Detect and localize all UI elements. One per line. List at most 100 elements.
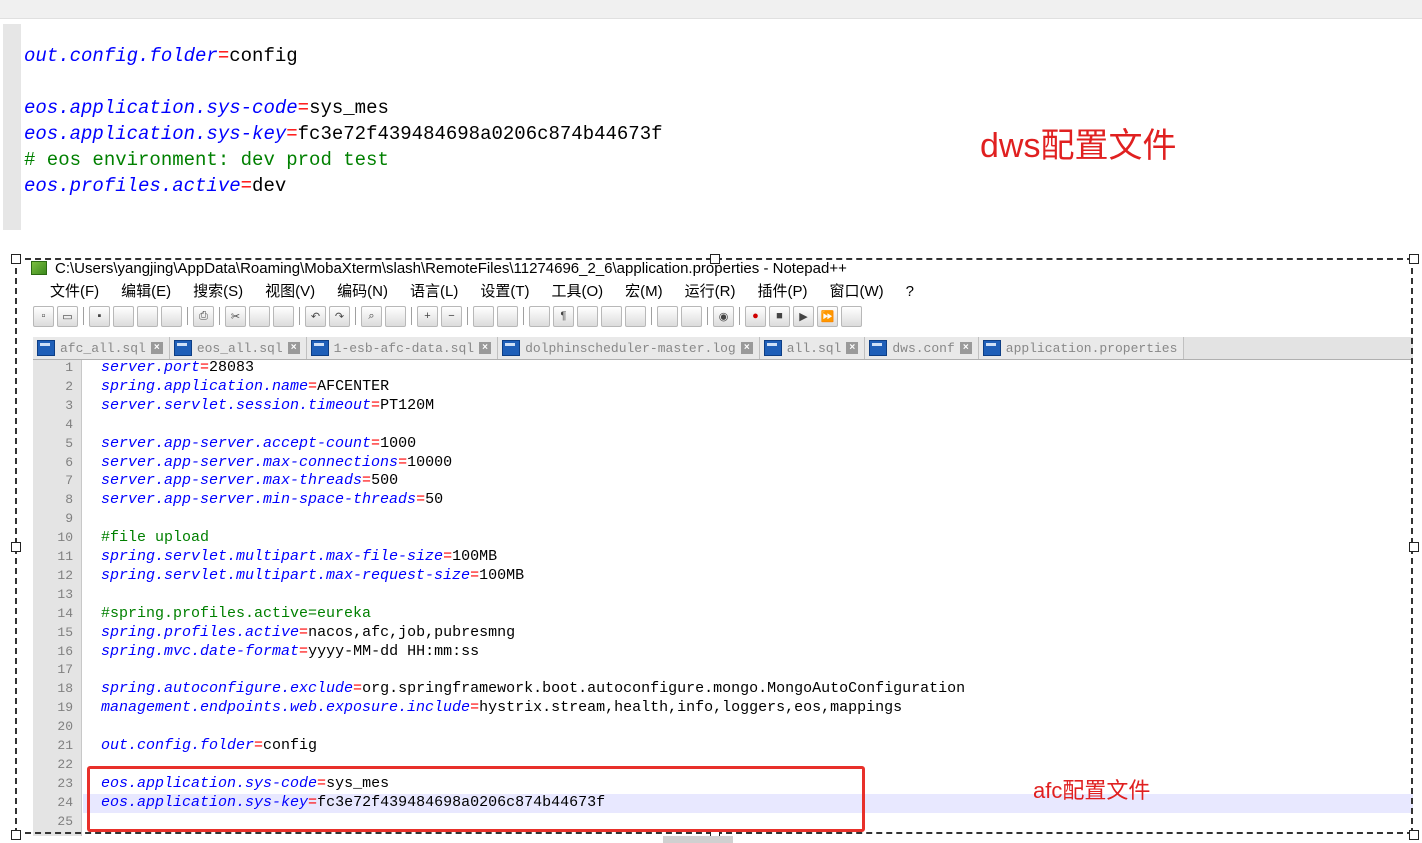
- close-tab-icon[interactable]: ×: [287, 342, 300, 354]
- stop-macro-icon[interactable]: ■: [769, 305, 790, 327]
- config-key: spring.servlet.multipart.max-file-size: [101, 548, 444, 565]
- menu-item[interactable]: ?: [895, 282, 925, 302]
- highlight-box: [87, 766, 865, 832]
- menu-item[interactable]: 视图(V): [254, 282, 326, 302]
- save-macro-icon[interactable]: [841, 305, 862, 327]
- config-value: PT120M: [380, 396, 435, 414]
- window-title: C:\Users\yangjing\AppData\Roaming\MobaXt…: [55, 259, 847, 277]
- file-icon: [310, 340, 329, 356]
- line-number: 24: [57, 794, 73, 810]
- close-tab-icon[interactable]: ×: [740, 342, 753, 354]
- code-line: eos.profiles.active=dev: [24, 174, 286, 198]
- background-config-snippet: out.config.folder=config eos.application.…: [0, 24, 1422, 230]
- sync-h-icon[interactable]: [497, 305, 518, 327]
- find-icon[interactable]: ⌕: [361, 305, 382, 327]
- background-gutter: [3, 24, 21, 230]
- config-value: fc3e72f439484698a0206c874b44673f: [297, 123, 663, 145]
- paste-icon[interactable]: [273, 305, 294, 327]
- wrap-icon[interactable]: [529, 305, 550, 327]
- toolbar-separator: [707, 307, 708, 325]
- config-key: server.port: [101, 360, 201, 376]
- cut-icon[interactable]: ✂: [225, 305, 246, 327]
- file-tab[interactable]: afc_all.sql ×: [33, 337, 170, 359]
- code-line: eos.application.sys-key=fc3e72f439484698…: [24, 122, 663, 146]
- line-number: 22: [57, 756, 73, 772]
- menu-bar: 文件(F) 编辑(E) 搜索(S) 视图(V) 编码(N) 语言(L) 设置(T) 工具(O)…: [39, 282, 925, 302]
- line-number: 8: [65, 492, 73, 508]
- file-tab[interactable]: all.sql ×: [759, 337, 866, 359]
- dws-annotation: dws配置文件: [980, 127, 1177, 165]
- config-value: config: [229, 45, 298, 67]
- code-line: #file upload: [101, 528, 209, 547]
- copy-icon[interactable]: [249, 305, 270, 327]
- line-number: 19: [57, 700, 73, 716]
- folder-icon[interactable]: [681, 305, 702, 327]
- zoom-out-icon[interactable]: −: [441, 305, 462, 327]
- file-tab[interactable]: dws.conf ×: [865, 337, 979, 359]
- equals-sign: =: [200, 360, 210, 376]
- record-macro-icon[interactable]: ●: [745, 305, 766, 327]
- line-number: 11: [57, 549, 73, 564]
- monitor-icon[interactable]: ◉: [713, 305, 734, 327]
- menu-item[interactable]: 窗口(W): [818, 282, 894, 302]
- notepad-window[interactable]: C:\Users\yangjing\AppData\Roaming\MobaXt…: [15, 258, 1413, 836]
- file-tab[interactable]: eos_all.sql ×: [169, 337, 307, 359]
- close-icon[interactable]: [137, 305, 158, 327]
- close-tab-icon[interactable]: ×: [959, 342, 972, 354]
- line-number: 15: [57, 624, 73, 640]
- redo-icon[interactable]: ↷: [329, 305, 350, 327]
- file-icon: [869, 340, 888, 356]
- config-key: eos.application.sys-key: [24, 123, 287, 145]
- udl-icon[interactable]: [601, 305, 622, 327]
- undo-icon[interactable]: ↶: [305, 305, 326, 327]
- indent-guide-icon[interactable]: [577, 305, 598, 327]
- file-tab[interactable]: 1-esb-afc-data.sql ×: [306, 337, 499, 359]
- file-icon: [763, 340, 782, 356]
- menu-item[interactable]: 编辑(E): [110, 282, 182, 302]
- menu-item[interactable]: 设置(T): [469, 282, 540, 302]
- print-icon[interactable]: ⎙: [193, 305, 214, 327]
- replace-icon[interactable]: [385, 305, 406, 327]
- all-chars-icon[interactable]: ¶: [553, 305, 574, 327]
- code-line: spring.mvc.date-format=yyyy-MM-dd HH:mm:…: [101, 642, 479, 661]
- tab-label: application.properties: [1005, 340, 1178, 356]
- line-number: 23: [57, 775, 73, 791]
- open-icon[interactable]: ▭: [57, 305, 78, 327]
- menu-item[interactable]: 运行(R): [674, 282, 747, 302]
- config-key: server.app-server.max-connections: [101, 453, 399, 471]
- toolbar-separator: [83, 307, 84, 325]
- code-line: server.app-server.min-space-threads=50: [101, 490, 443, 509]
- sync-v-icon[interactable]: [473, 305, 494, 327]
- code-line: eos.application.sys-code=sys_mes: [24, 96, 389, 120]
- equals-sign: =: [254, 737, 264, 754]
- doc-map-icon[interactable]: [625, 305, 646, 327]
- equals-sign: =: [299, 623, 309, 641]
- menu-item[interactable]: 宏(M): [614, 282, 674, 302]
- save-all-icon[interactable]: [113, 305, 134, 327]
- file-tab[interactable]: application.properties: [978, 337, 1185, 359]
- menu-item[interactable]: 搜索(S): [182, 282, 254, 302]
- new-icon[interactable]: ▫: [33, 305, 54, 327]
- line-number: 21: [57, 738, 73, 753]
- file-tab[interactable]: dolphinscheduler-master.log ×: [498, 337, 760, 359]
- play-macro-icon[interactable]: ▶: [793, 305, 814, 327]
- func-list-icon[interactable]: [657, 305, 678, 327]
- close-tab-icon[interactable]: ×: [479, 342, 492, 354]
- zoom-in-icon[interactable]: +: [417, 305, 438, 327]
- config-value: 1000: [380, 434, 417, 452]
- run-macro-icon[interactable]: ⏩: [817, 305, 838, 327]
- editor[interactable]: 1 2 3 4 5 6 7 8 9 10 11 12 13 14 15 16 17 18 19 20 21 22 23 24 2…: [33, 360, 1413, 836]
- menu-item[interactable]: 编码(N): [326, 282, 399, 302]
- config-value: 50: [425, 491, 444, 509]
- close-tab-icon[interactable]: ×: [846, 342, 859, 354]
- save-icon[interactable]: ▪: [89, 305, 110, 327]
- close-tab-icon[interactable]: ×: [150, 342, 163, 354]
- menu-item[interactable]: 语言(L): [399, 282, 469, 302]
- line-number: 25: [57, 813, 73, 829]
- menu-item[interactable]: 工具(O): [540, 282, 614, 302]
- toolbar-separator: [299, 307, 300, 325]
- menu-item[interactable]: 文件(F): [39, 282, 110, 302]
- close-all-icon[interactable]: [161, 305, 182, 327]
- menu-item[interactable]: 插件(P): [746, 282, 818, 302]
- code-line: management.endpoints.web.exposure.includ…: [101, 698, 902, 717]
